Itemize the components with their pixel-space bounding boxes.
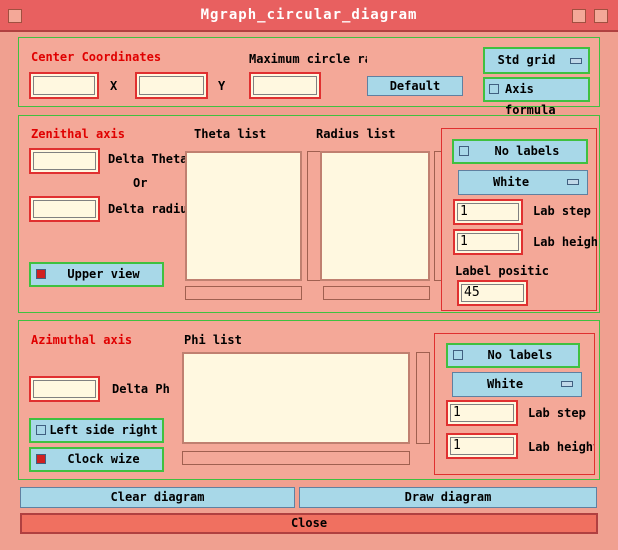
maximize-button[interactable]	[594, 9, 608, 23]
azimuthal-lab-height-field[interactable]: 1	[446, 433, 518, 459]
label-position-label: Label positic	[455, 264, 549, 278]
window-title: Mgraph_circular_diagram	[200, 7, 418, 23]
left-side-right-label: Left side right	[49, 423, 158, 437]
radius-horizontal-scrollbar[interactable]	[323, 286, 430, 300]
option-menu-icon	[570, 58, 582, 64]
delta-phi-label: Delta Ph:	[112, 382, 172, 396]
left-side-right-toggle[interactable]: Left side right	[29, 418, 164, 443]
no-labels-label: No labels	[494, 144, 560, 158]
max-radius-field[interactable]	[249, 72, 321, 99]
max-radius-label: Maximum circle ra	[249, 52, 367, 66]
no-labels-label: No labels	[487, 348, 553, 362]
x-label: X	[110, 79, 118, 93]
close-button[interactable]: Close	[20, 513, 598, 534]
azimuthal-no-labels-toggle[interactable]: No labels	[446, 343, 580, 368]
checkbox-icon	[453, 350, 463, 360]
checkbox-icon	[459, 146, 469, 156]
azimuthal-lab-step-field[interactable]: 1	[446, 400, 518, 426]
delta-radius-field[interactable]	[29, 196, 100, 222]
phi-list-label: Phi list	[184, 333, 242, 347]
phi-horizontal-scrollbar[interactable]	[182, 451, 410, 465]
theta-vertical-scrollbar[interactable]	[307, 151, 321, 281]
default-button[interactable]: Default	[367, 76, 463, 96]
delta-theta-label: Delta Theta	[108, 152, 186, 166]
minimize-button[interactable]	[572, 9, 586, 23]
center-heading: Center Coordinates	[31, 50, 162, 64]
zenithal-lab-step-field[interactable]: 1	[453, 199, 523, 225]
option-menu-icon	[567, 179, 579, 185]
upper-view-label: Upper view	[67, 267, 140, 281]
axis-formula-toggle[interactable]: Axis formula	[483, 77, 590, 117]
phi-list[interactable]	[182, 352, 410, 444]
theta-list-label: Theta list	[194, 127, 267, 141]
delta-phi-field[interactable]	[29, 376, 100, 402]
clock-wize-label: Clock wize	[67, 452, 140, 466]
center-x-field[interactable]	[29, 72, 99, 99]
color-menu-label: White	[492, 175, 530, 189]
radius-list[interactable]	[320, 151, 430, 281]
clear-diagram-button[interactable]: Clear diagram	[20, 487, 295, 508]
label-position-field[interactable]: 45	[457, 280, 528, 306]
option-menu-icon	[561, 381, 573, 387]
zenithal-lab-height-field[interactable]: 1	[453, 229, 523, 255]
delta-radius-label: Delta radiu	[108, 202, 186, 216]
y-label: Y	[218, 79, 226, 93]
checkbox-icon	[489, 84, 499, 94]
checkbox-icon	[36, 425, 46, 435]
lab-step-label: Lab step	[533, 204, 591, 218]
zenithal-no-labels-toggle[interactable]: No labels	[452, 139, 588, 164]
color-menu-label: White	[486, 377, 524, 391]
grid-menu-label: Std grid	[497, 53, 556, 67]
theta-horizontal-scrollbar[interactable]	[185, 286, 302, 300]
center-y-field[interactable]	[135, 72, 208, 99]
checkbox-checked-icon	[36, 454, 46, 464]
lab-height-label: Lab height	[528, 440, 594, 454]
clock-wize-toggle[interactable]: Clock wize	[29, 447, 164, 472]
zenithal-heading: Zenithal axis	[31, 127, 125, 141]
upper-view-toggle[interactable]: Upper view	[29, 262, 164, 287]
draw-diagram-button[interactable]: Draw diagram	[299, 487, 597, 508]
azimuthal-heading: Azimuthal axis	[31, 333, 133, 347]
window-menu-button[interactable]	[8, 9, 22, 23]
lab-step-label: Lab step	[528, 406, 586, 420]
checkbox-checked-icon	[36, 269, 46, 279]
lab-height-label: Lab heigh	[533, 235, 597, 249]
radius-list-label: Radius list	[316, 127, 396, 141]
phi-vertical-scrollbar[interactable]	[416, 352, 430, 444]
theta-list[interactable]	[185, 151, 302, 281]
delta-theta-field[interactable]	[29, 148, 100, 174]
or-label: Or	[133, 176, 148, 190]
axis-formula-label: Axis formula	[505, 82, 556, 117]
